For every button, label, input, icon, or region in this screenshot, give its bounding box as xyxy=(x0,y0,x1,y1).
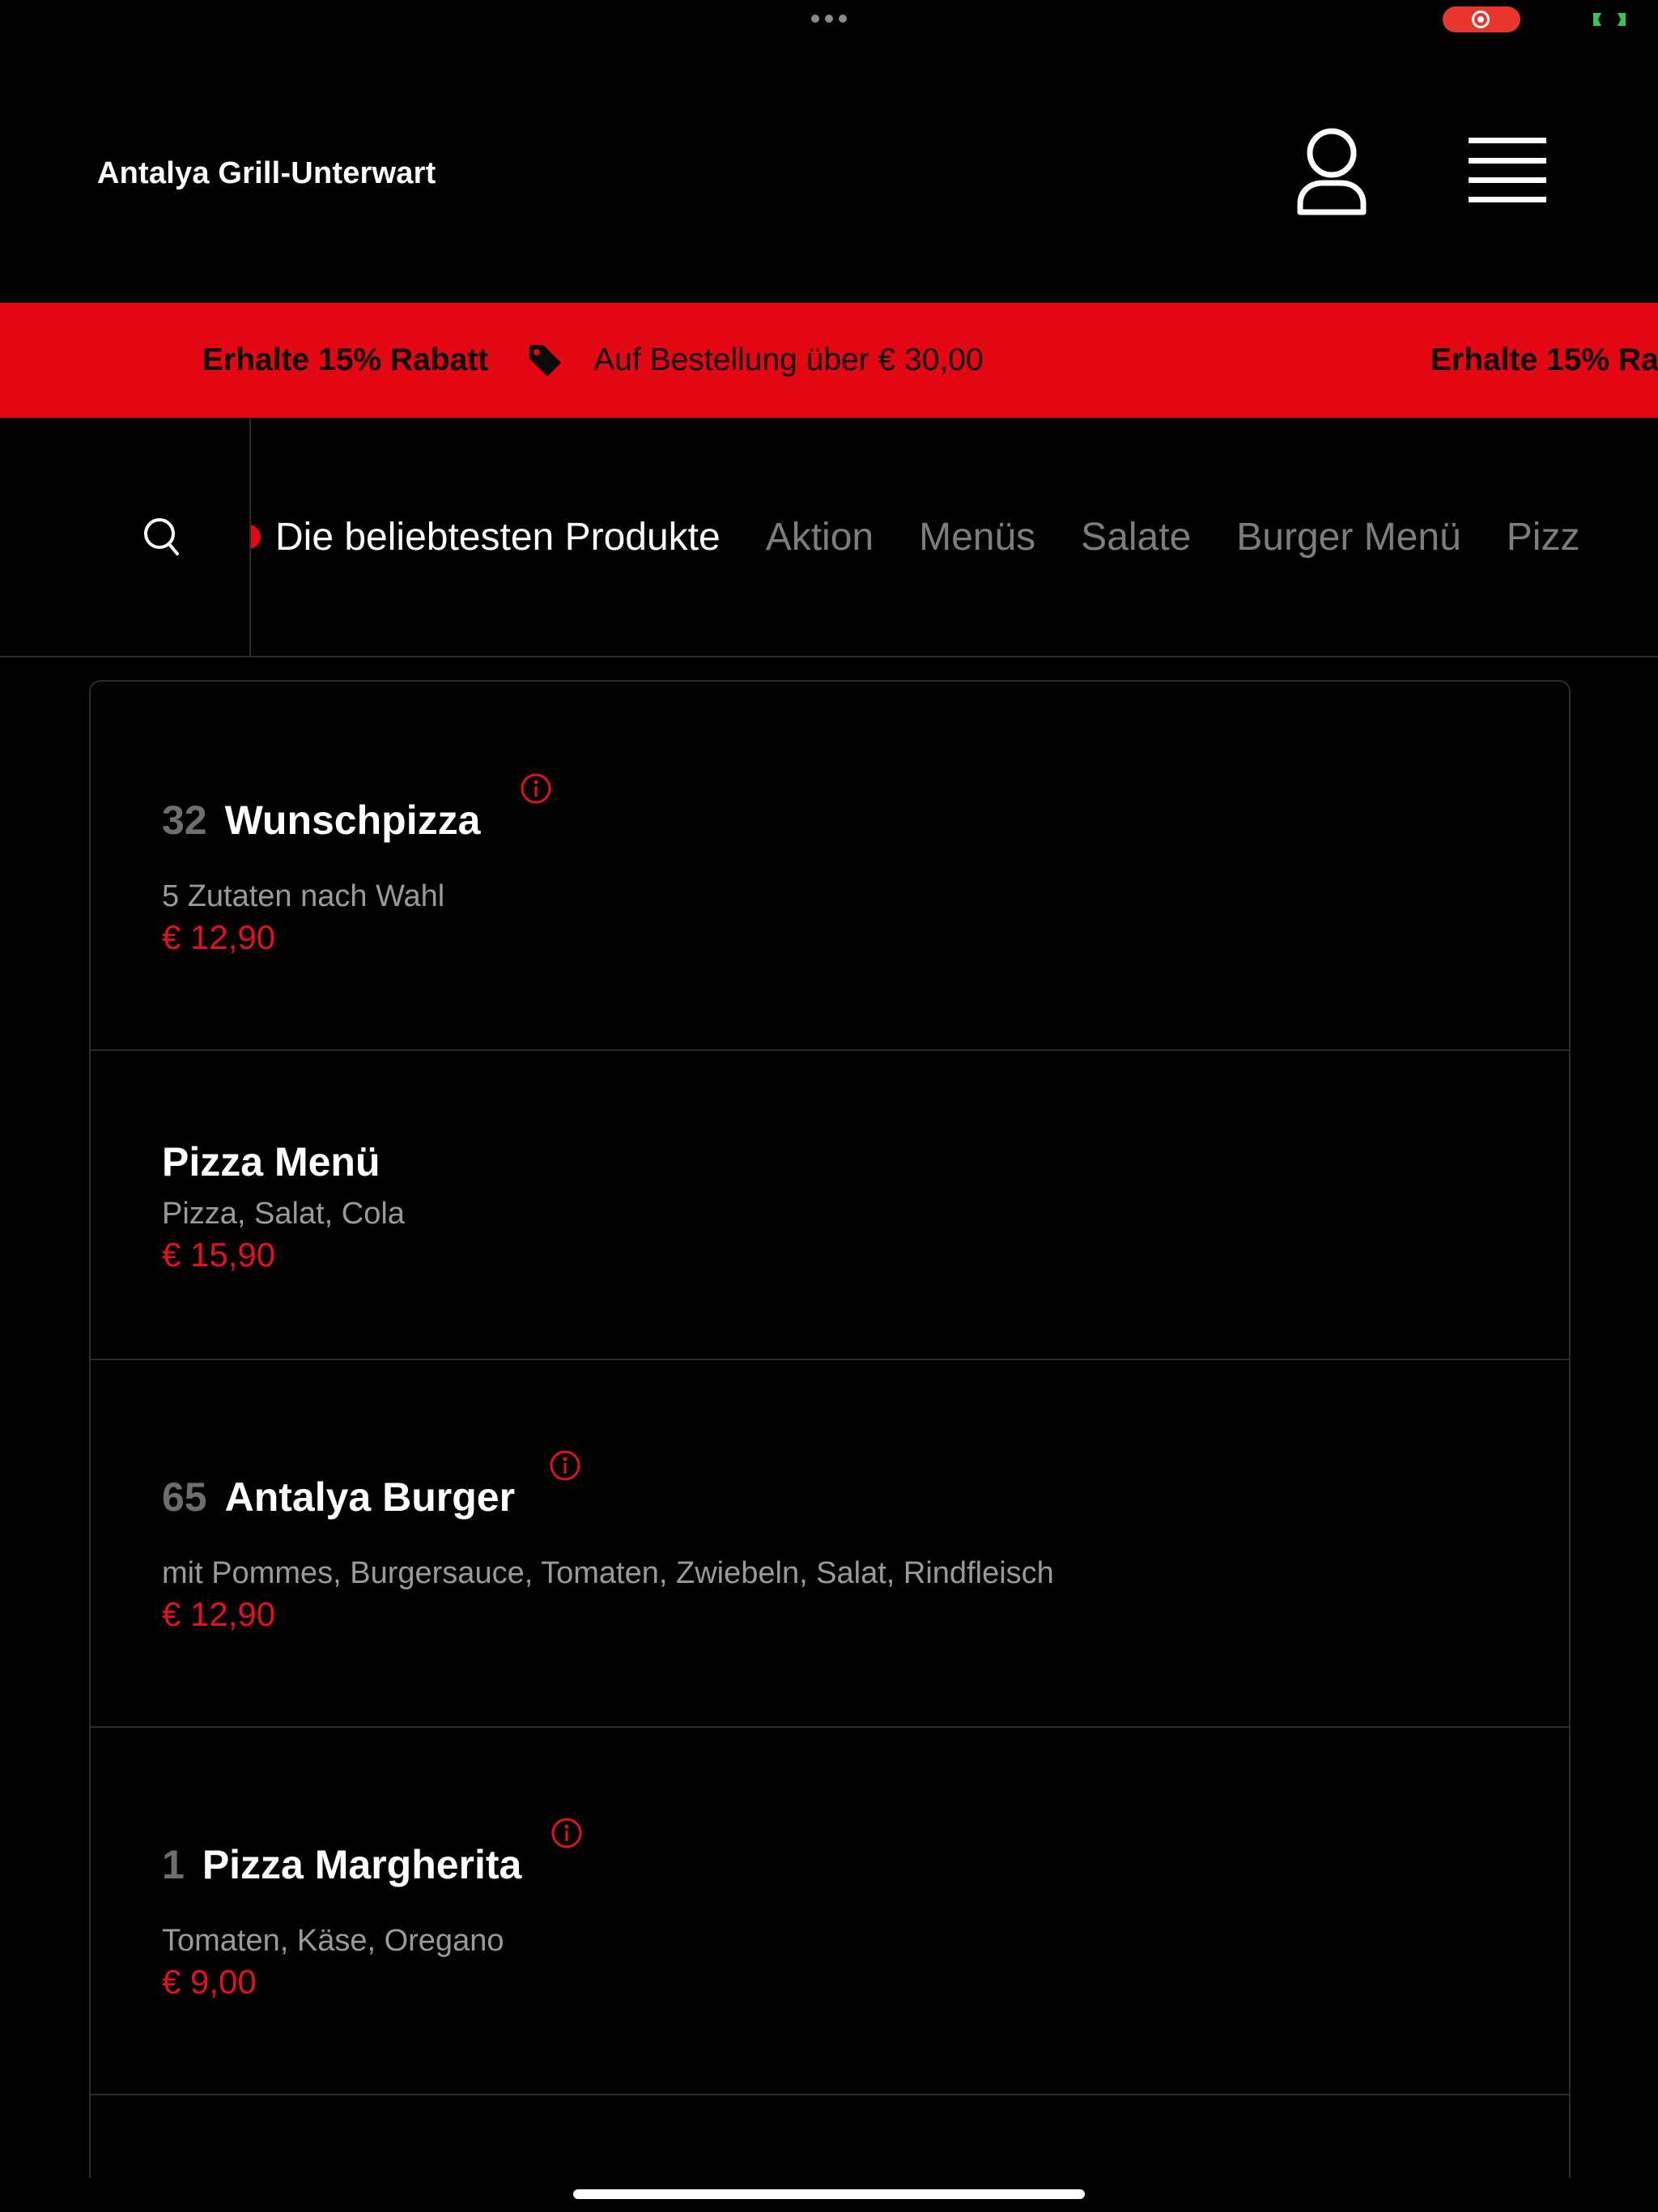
tab-salate[interactable]: Salate xyxy=(1081,515,1191,559)
product-title-row: Pizza Menü xyxy=(162,1138,380,1185)
promo-condition: Auf Bestellung über € 30,00 xyxy=(593,342,984,377)
user-icon[interactable] xyxy=(1295,126,1368,217)
info-icon[interactable] xyxy=(549,1449,581,1482)
product-description: Tomaten, Käse, Oregano xyxy=(162,1924,504,1958)
product-description: 5 Zutaten nach Wahl xyxy=(162,879,445,913)
home-indicator[interactable] xyxy=(573,2189,1085,2199)
tag-icon xyxy=(529,345,562,376)
product-name: Wunschpizza xyxy=(224,798,481,843)
product-number: 65 xyxy=(162,1474,207,1520)
tab-popular-products[interactable]: Die beliebtesten Produkte xyxy=(275,515,721,559)
category-tabs: Die beliebtesten Produkte Aktion Menüs S… xyxy=(251,418,1658,656)
info-icon[interactable] xyxy=(551,1817,583,1849)
product-description: Pizza, Salat, Cola xyxy=(162,1197,405,1231)
tab-aktion[interactable]: Aktion xyxy=(766,515,874,559)
product-item[interactable]: Pizza Menü Pizza, Salat, Cola € 15,90 xyxy=(91,1051,1569,1360)
tab-burger-menu[interactable]: Burger Menü xyxy=(1236,515,1460,559)
product-title-row: 1 Pizza Margherita xyxy=(162,1841,521,1888)
product-item[interactable]: 1 Pizza Margherita Tomaten, Käse, Oregan… xyxy=(91,1728,1569,2095)
search-icon xyxy=(144,518,179,555)
info-icon[interactable] xyxy=(520,772,552,805)
restaurant-name[interactable]: Antalya Grill-Unterwart xyxy=(97,152,436,194)
product-number: 1 xyxy=(162,1842,185,1887)
product-description: mit Pommes, Burgersauce, Tomaten, Zwiebe… xyxy=(162,1556,1054,1590)
product-list: 32 Wunschpizza 5 Zutaten nach Wahl € 12,… xyxy=(89,680,1571,2178)
promo-banner: Erhalte 15% Rabatt Auf Bestellung über €… xyxy=(0,303,1658,418)
product-price: € 9,00 xyxy=(162,1963,257,2001)
active-category-indicator xyxy=(251,525,261,549)
product-name: Pizza Margherita xyxy=(202,1842,522,1887)
tab-pizza[interactable]: Pizz xyxy=(1507,515,1580,559)
promo-headline-repeat: Erhalte 15% Ra xyxy=(1431,342,1658,377)
search-button[interactable] xyxy=(0,418,251,656)
product-title-row: 32 Wunschpizza xyxy=(162,797,480,844)
product-title-row: 65 Antalya Burger xyxy=(162,1474,515,1521)
product-price: € 15,90 xyxy=(162,1236,276,1274)
category-nav: Die beliebtesten Produkte Aktion Menüs S… xyxy=(0,418,1658,657)
promo-headline: Erhalte 15% Rabatt xyxy=(202,342,489,377)
hamburger-icon[interactable] xyxy=(1467,136,1548,204)
product-number: 32 xyxy=(162,798,207,843)
product-price: € 12,90 xyxy=(162,1595,276,1633)
product-item[interactable]: 32 Wunschpizza 5 Zutaten nach Wahl € 12,… xyxy=(91,682,1569,1051)
tab-menus[interactable]: Menüs xyxy=(919,515,1035,559)
product-item[interactable]: 65 Antalya Burger mit Pommes, Burgersauc… xyxy=(91,1360,1569,1728)
product-name: Pizza Menü xyxy=(162,1139,380,1185)
app-header: Antalya Grill-Unterwart xyxy=(0,0,1658,303)
promo-marquee: Erhalte 15% Rabatt Auf Bestellung über €… xyxy=(202,303,984,418)
app-screen: Antalya Grill-Unterwart Erhalte 15% Raba… xyxy=(0,0,1658,2212)
product-name: Antalya Burger xyxy=(224,1474,516,1520)
product-price: € 12,90 xyxy=(162,918,276,956)
